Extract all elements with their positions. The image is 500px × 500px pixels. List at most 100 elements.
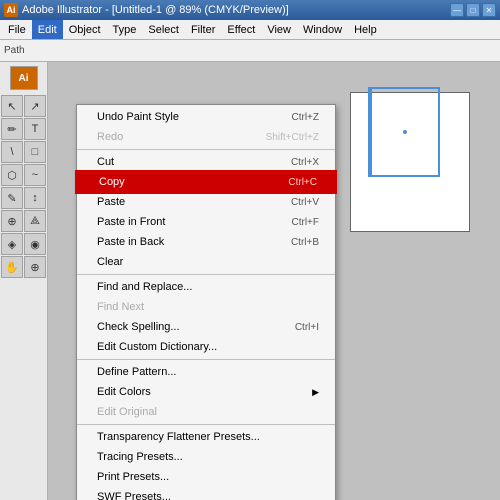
menu-section-pattern: Define Pattern... Edit Colors ▶ Edit Ori… <box>77 360 335 425</box>
minimize-button[interactable]: — <box>450 3 464 17</box>
menu-copy[interactable]: Copy Ctrl+C <box>77 172 335 192</box>
eyedropper-tool[interactable]: ◉ <box>24 233 46 255</box>
menu-find-next[interactable]: Find Next <box>77 297 335 317</box>
menu-define-pattern[interactable]: Define Pattern... <box>77 362 335 382</box>
gradient-tool[interactable]: ◈ <box>1 233 23 255</box>
close-button[interactable]: ✕ <box>482 3 496 17</box>
title-bar: Ai Adobe Illustrator - [Untitled-1 @ 89%… <box>0 0 500 20</box>
menu-find-replace-label: Find and Replace... <box>97 281 192 293</box>
menu-redo-shortcut: Shift+Ctrl+Z <box>266 132 319 143</box>
pen-tool[interactable]: ✏ <box>1 118 23 140</box>
rotate-tool[interactable]: ↕ <box>24 187 46 209</box>
menu-item-window[interactable]: Window <box>297 20 348 39</box>
main-area: Ai ↖ ↗ ✏ T \ □ ⬡ ~ ✎ ↕ ⊕ ⟁ ◈ ◉ ✋ <box>0 62 500 500</box>
menu-edit-original[interactable]: Edit Original <box>77 402 335 422</box>
scale-tool[interactable]: ⊕ <box>1 210 23 232</box>
menu-custom-dict-label: Edit Custom Dictionary... <box>97 341 217 353</box>
tool-row-6: ⊕ ⟁ <box>1 210 46 232</box>
menu-item-help[interactable]: Help <box>348 20 383 39</box>
menu-clear[interactable]: Clear <box>77 252 335 272</box>
menu-item-effect[interactable]: Effect <box>221 20 261 39</box>
canvas-shape-rect <box>370 87 440 177</box>
menu-paste-back-shortcut: Ctrl+B <box>291 237 319 248</box>
menu-tracing-presets-label: Tracing Presets... <box>97 451 183 463</box>
edit-dropdown-menu[interactable]: Undo Paint Style Ctrl+Z Redo Shift+Ctrl+… <box>76 104 336 500</box>
tool-row-5: ✎ ↕ <box>1 187 46 209</box>
menu-transparency-presets[interactable]: Transparency Flattener Presets... <box>77 427 335 447</box>
menu-paste-back-label: Paste in Back <box>97 236 164 248</box>
menu-undo-label: Undo Paint Style <box>97 111 179 123</box>
brush-tool[interactable]: ~ <box>24 164 46 186</box>
menu-item-filter[interactable]: Filter <box>185 20 221 39</box>
menu-transparency-presets-label: Transparency Flattener Presets... <box>97 431 260 443</box>
menu-custom-dict[interactable]: Edit Custom Dictionary... <box>77 337 335 357</box>
menu-section-presets: Transparency Flattener Presets... Tracin… <box>77 425 335 500</box>
menu-item-edit[interactable]: Edit <box>32 20 63 39</box>
zoom-tool[interactable]: ⊕ <box>24 256 46 278</box>
menu-edit-colors[interactable]: Edit Colors ▶ <box>77 382 335 402</box>
menu-cut[interactable]: Cut Ctrl+X <box>77 152 335 172</box>
tool-row-1: ↖ ↗ <box>1 95 46 117</box>
menu-copy-label: Copy <box>99 176 125 188</box>
type-tool[interactable]: T <box>24 118 46 140</box>
canvas-area: Undo Paint Style Ctrl+Z Redo Shift+Ctrl+… <box>48 62 500 500</box>
app-logo: Ai <box>4 3 18 17</box>
menu-undo-shortcut: Ctrl+Z <box>292 112 320 123</box>
menu-find-replace[interactable]: Find and Replace... <box>77 277 335 297</box>
menu-tracing-presets[interactable]: Tracing Presets... <box>77 447 335 467</box>
menu-swf-presets[interactable]: SWF Presets... <box>77 487 335 500</box>
menu-spell-check[interactable]: Check Spelling... Ctrl+I <box>77 317 335 337</box>
blend-tool[interactable]: ⟁ <box>24 210 46 232</box>
menu-swf-presets-label: SWF Presets... <box>97 491 171 500</box>
tool-row-8: ✋ ⊕ <box>1 256 46 278</box>
path-label: Path <box>4 45 25 56</box>
pencil-tool[interactable]: ✎ <box>1 187 23 209</box>
menu-section-undoredo: Undo Paint Style Ctrl+Z Redo Shift+Ctrl+… <box>77 105 335 150</box>
title-bar-buttons: — □ ✕ <box>450 3 496 17</box>
menu-item-file[interactable]: File <box>2 20 32 39</box>
menu-section-clipboard: Cut Ctrl+X Copy Ctrl+C Paste Ctrl+V Past… <box>77 150 335 275</box>
tool-row-7: ◈ ◉ <box>1 233 46 255</box>
toolbar2: Path <box>0 40 500 62</box>
menu-print-presets-label: Print Presets... <box>97 471 169 483</box>
menu-bar: File Edit Object Type Select Filter Effe… <box>0 20 500 40</box>
menu-paste-label: Paste <box>97 196 125 208</box>
maximize-button[interactable]: □ <box>466 3 480 17</box>
menu-cut-shortcut: Ctrl+X <box>291 157 319 168</box>
hand-tool[interactable]: ✋ <box>1 256 23 278</box>
menu-redo[interactable]: Redo Shift+Ctrl+Z <box>77 127 335 147</box>
select-tool[interactable]: ↖ <box>1 95 23 117</box>
menu-clear-label: Clear <box>97 256 123 268</box>
menu-define-pattern-label: Define Pattern... <box>97 366 177 378</box>
menu-spell-check-shortcut: Ctrl+I <box>295 322 319 333</box>
menu-cut-label: Cut <box>97 156 114 168</box>
menu-print-presets[interactable]: Print Presets... <box>77 467 335 487</box>
menu-paste-shortcut: Ctrl+V <box>291 197 319 208</box>
title-bar-text: Adobe Illustrator - [Untitled-1 @ 89% (C… <box>22 4 450 16</box>
menu-item-view[interactable]: View <box>261 20 297 39</box>
menu-item-type[interactable]: Type <box>107 20 143 39</box>
menu-redo-label: Redo <box>97 131 123 143</box>
line-tool[interactable]: \ <box>1 141 23 163</box>
menu-paste-back[interactable]: Paste in Back Ctrl+B <box>77 232 335 252</box>
menu-item-object[interactable]: Object <box>63 20 107 39</box>
menu-paste[interactable]: Paste Ctrl+V <box>77 192 335 212</box>
menu-edit-colors-label: Edit Colors <box>97 386 151 398</box>
menu-find-next-label: Find Next <box>97 301 144 313</box>
polygon-tool[interactable]: ⬡ <box>1 164 23 186</box>
menu-paste-front-shortcut: Ctrl+F <box>292 217 320 228</box>
tool-row-3: \ □ <box>1 141 46 163</box>
menu-edit-original-label: Edit Original <box>97 406 157 418</box>
canvas-shape-dot <box>403 130 407 134</box>
menu-undo[interactable]: Undo Paint Style Ctrl+Z <box>77 107 335 127</box>
rect-tool[interactable]: □ <box>24 141 46 163</box>
tool-row-2: ✏ T <box>1 118 46 140</box>
menu-item-select[interactable]: Select <box>142 20 185 39</box>
edit-colors-arrow-icon: ▶ <box>312 387 319 398</box>
menu-section-find: Find and Replace... Find Next Check Spel… <box>77 275 335 360</box>
menu-paste-front[interactable]: Paste in Front Ctrl+F <box>77 212 335 232</box>
direct-select-tool[interactable]: ↗ <box>24 95 46 117</box>
menu-copy-shortcut: Ctrl+C <box>288 177 317 188</box>
menu-paste-front-label: Paste in Front <box>97 216 165 228</box>
ai-logo-tool: Ai <box>10 66 38 90</box>
